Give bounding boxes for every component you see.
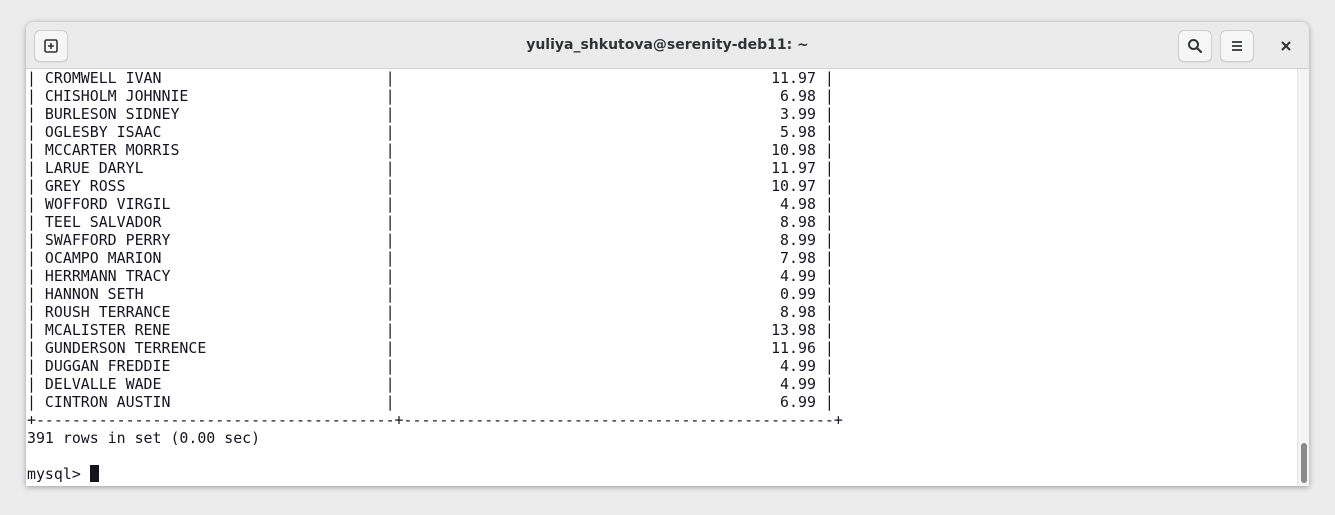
text-cursor xyxy=(89,465,99,482)
table-row: | ROUSH TERRANCE | 8.98 | xyxy=(27,303,834,321)
table-row: | LARUE DARYL | 11.97 | xyxy=(27,159,834,177)
window-title: yuliya_shkutova@serenity-deb11: ~ xyxy=(526,37,809,53)
close-icon xyxy=(1281,41,1291,51)
table-row: | OCAMPO MARION | 7.98 | xyxy=(27,249,834,267)
main-menu-button[interactable] xyxy=(1220,30,1254,62)
mysql-prompt: mysql> xyxy=(27,465,90,483)
result-rows: | CROMWELL IVAN | 11.97 | | CHISHOLM JOHN… xyxy=(27,69,843,411)
table-row: | HERRMANN TRACY | 4.99 | xyxy=(27,267,834,285)
table-row: | HANNON SETH | 0.99 | xyxy=(27,285,834,303)
scrollbar[interactable] xyxy=(1297,69,1309,486)
table-row: | CINTRON AUSTIN | 6.99 | xyxy=(27,393,834,411)
close-button[interactable] xyxy=(1269,30,1303,62)
table-row: | WOFFORD VIRGIL | 4.98 | xyxy=(27,195,834,213)
new-tab-button[interactable] xyxy=(34,30,68,62)
table-border-line: +---------------------------------------… xyxy=(27,411,843,429)
table-row: | CROMWELL IVAN | 11.97 | xyxy=(27,69,834,87)
new-tab-icon xyxy=(44,39,58,53)
table-row: | TEEL SALVADOR | 8.98 | xyxy=(27,213,834,231)
terminal-window: yuliya_shkutova@serenity-deb11: ~ | CROM… xyxy=(26,22,1309,486)
table-row: | GREY ROSS | 10.97 | xyxy=(27,177,834,195)
scrollbar-thumb[interactable] xyxy=(1301,443,1307,483)
hamburger-menu-icon xyxy=(1232,41,1242,51)
table-row: | SWAFFORD PERRY | 8.99 | xyxy=(27,231,834,249)
table-row: | OGLESBY ISAAC | 5.98 | xyxy=(27,123,834,141)
table-row: | BURLESON SIDNEY | 3.99 | xyxy=(27,105,834,123)
prompt-line[interactable]: mysql> xyxy=(27,465,843,483)
table-row: | MCCARTER MORRIS | 10.98 | xyxy=(27,141,834,159)
terminal-lines: | CROMWELL IVAN | 11.97 | | CHISHOLM JOHN… xyxy=(27,69,843,483)
table-row: | MCALISTER RENE | 13.98 | xyxy=(27,321,834,339)
table-row: | DELVALLE WADE | 4.99 | xyxy=(27,375,834,393)
table-row: | CHISHOLM JOHNNIE | 6.98 | xyxy=(27,87,834,105)
result-summary: 391 rows in set (0.00 sec) xyxy=(27,429,261,447)
table-row: | DUGGAN FREDDIE | 4.99 | xyxy=(27,357,834,375)
terminal-output[interactable]: | CROMWELL IVAN | 11.97 | | CHISHOLM JOHN… xyxy=(26,69,1297,486)
header-bar: yuliya_shkutova@serenity-deb11: ~ xyxy=(26,22,1309,69)
search-button[interactable] xyxy=(1178,30,1212,62)
search-icon xyxy=(1188,39,1203,54)
table-row: | GUNDERSON TERRENCE | 11.96 | xyxy=(27,339,834,357)
